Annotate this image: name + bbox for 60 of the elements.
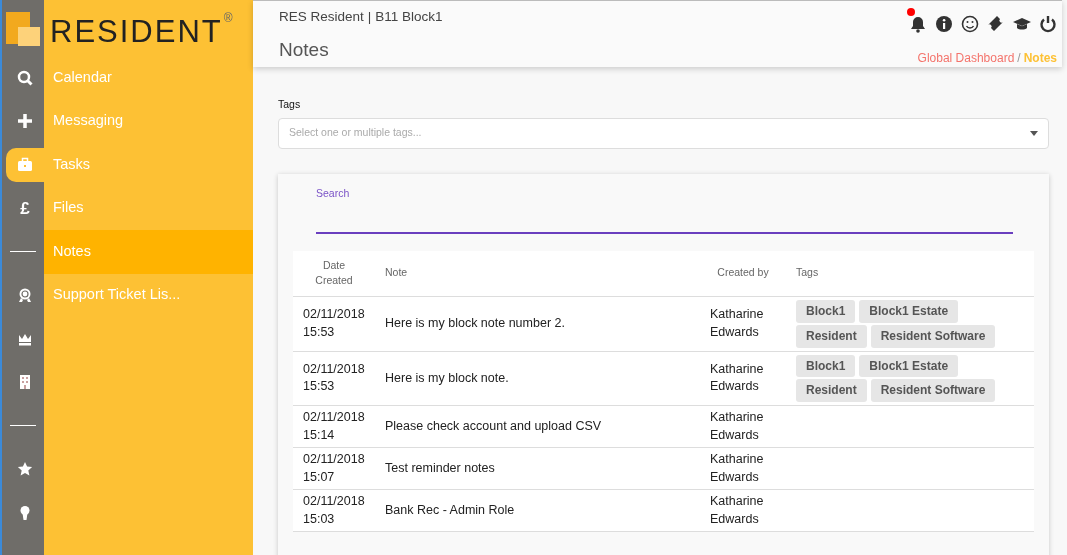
table-cell: Here is my block note. (375, 351, 700, 406)
search-icon (17, 69, 33, 86)
breadcrumb-link[interactable]: Global Dashboard (917, 51, 1015, 65)
sidebar-item[interactable]: Messaging (44, 99, 253, 143)
tag: Resident (796, 324, 867, 348)
column-header: Created by (700, 250, 786, 297)
column-header: Date Created (293, 250, 375, 297)
breadcrumb-separator: / (1017, 51, 1021, 65)
table-cell: Katharine Edwards (700, 296, 786, 352)
page-title: Notes (279, 38, 330, 63)
tag: Resident Software (870, 379, 996, 403)
table-cell: Bank Rec - Admin Role (375, 489, 700, 532)
star-icon (17, 461, 33, 478)
table-cell: Here is my block note number 2. (375, 296, 700, 352)
tag: Resident Software (870, 324, 996, 348)
award-icon (17, 287, 33, 304)
sidebar-item[interactable]: Files (44, 186, 253, 230)
smiley-icon[interactable] (961, 14, 979, 33)
table-cell: 02/11/2018 15:53 (293, 351, 375, 406)
block-name: B11 Block1 (375, 8, 443, 26)
column-header: Note (375, 250, 700, 297)
tag: Block1 (796, 300, 856, 323)
rail-button[interactable]: £ (6, 191, 44, 226)
registered-mark: ® (223, 12, 233, 24)
table-cell: Katharine Edwards (700, 447, 786, 490)
table-cell: Test reminder notes (375, 447, 700, 490)
logo-icon (6, 10, 40, 46)
sidebar-item[interactable]: Tasks (44, 143, 253, 187)
plus-icon (17, 113, 33, 130)
table-cell: 02/11/2018 15:07 (293, 447, 375, 490)
rail-button[interactable] (6, 147, 44, 182)
breadcrumb-link[interactable]: Notes (1023, 51, 1057, 65)
tag: Block1 Estate (859, 300, 959, 323)
table-cell: Katharine Edwards (700, 351, 786, 406)
tag: Block1 (796, 354, 856, 378)
table-cell: 02/11/2018 15:14 (293, 405, 375, 448)
sidebar-item[interactable]: Calendar (44, 56, 253, 100)
caret-icon (1030, 130, 1038, 136)
table-cell: 02/11/2018 15:03 (293, 489, 375, 532)
tag: Block1 Estate (859, 354, 959, 378)
table-cell: Please check account and upload CSV (375, 405, 700, 448)
briefcase-icon (17, 156, 33, 173)
search-label: Search (316, 185, 351, 201)
column-header: Tags (786, 250, 1034, 297)
power-icon[interactable] (1039, 14, 1057, 33)
table-cell: Katharine Edwards (700, 405, 786, 448)
brand-name: RESIDENT (50, 16, 223, 47)
sidebar-item[interactable]: Support Ticket Lis... (44, 273, 253, 317)
tag: Resident (796, 379, 867, 403)
context-text: RES Resident (279, 8, 364, 26)
bell-icon[interactable] (909, 14, 927, 33)
separator-text: | (367, 8, 372, 26)
table-cell: Katharine Edwards (700, 489, 786, 532)
field-label: Tags (278, 97, 302, 112)
tags-select[interactable]: Select one or multiple tags... (278, 117, 1049, 149)
info-icon[interactable] (935, 14, 953, 33)
sidebar-item[interactable]: Notes (44, 230, 253, 274)
building-icon (17, 374, 33, 391)
table-cell: 02/11/2018 15:53 (293, 296, 375, 352)
ticket-icon[interactable] (987, 14, 1005, 33)
